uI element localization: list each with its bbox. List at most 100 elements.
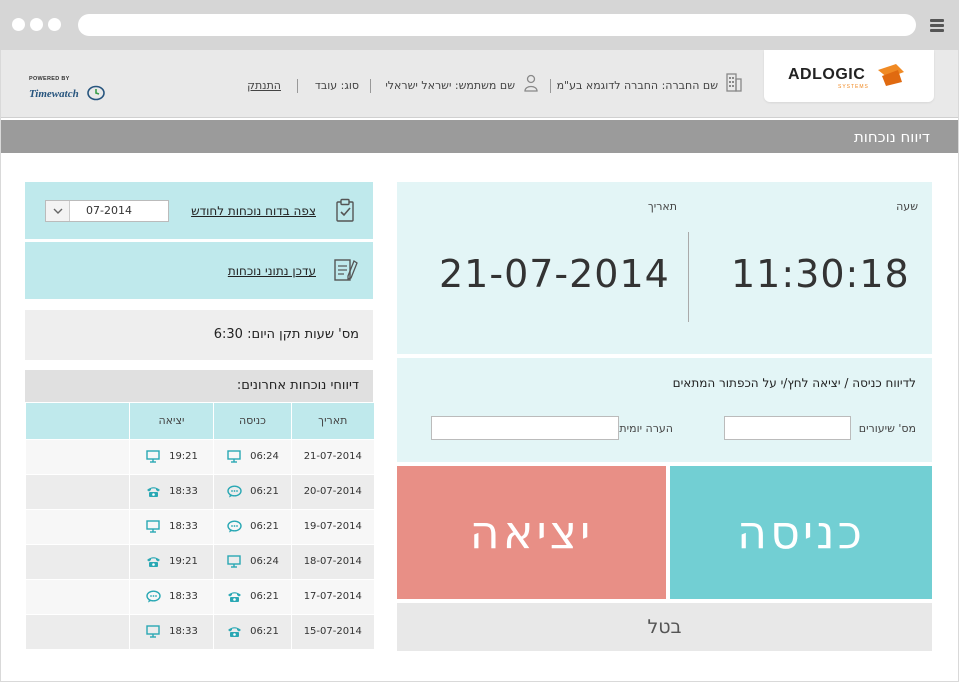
exit-time: 18:33	[169, 521, 198, 532]
time-label: שעה	[896, 200, 918, 213]
date-cell: 21-07-2014	[291, 438, 374, 474]
date-cell: 18-07-2014	[291, 543, 374, 579]
cancel-button[interactable]: בטל	[397, 603, 932, 651]
table-row[interactable]: 18:33 06:21 19-07-2014	[25, 508, 374, 544]
row-date: 15-07-2014	[303, 626, 362, 638]
date-cell: 15-07-2014	[291, 613, 374, 649]
entry-cell: 06:24	[213, 438, 292, 474]
timewatch-clock-icon	[86, 85, 105, 101]
update-attendance-link[interactable]: עדכן נתוני נוכחות	[228, 264, 316, 278]
clock-panel: שעה 11:30:18 תאריך 21-07-2014	[397, 182, 932, 354]
month-select[interactable]: 07-2014	[45, 200, 169, 222]
brand-logo-icon	[878, 64, 904, 86]
lessons-field[interactable]	[724, 416, 851, 440]
row-blank-cell	[25, 543, 130, 579]
chevron-down-icon[interactable]	[46, 201, 70, 221]
user-name: שם משתמש: ישראל ישראלי	[385, 79, 515, 92]
recent-reports-table: יציאה כניסה תאריך 19:21 06:24 21-07-2014 18…	[25, 403, 374, 649]
exit-cell: 18:33	[129, 613, 214, 649]
date-value: 21-07-2014	[439, 252, 670, 296]
user-icon	[524, 74, 538, 92]
chat-icon	[226, 520, 242, 534]
recent-reports-header: דיווחי נוכחות אחרונים:	[25, 370, 373, 402]
timewatch-logo[interactable]: POWERED BY Timewatch	[29, 76, 106, 101]
exit-time: 18:33	[169, 626, 198, 638]
window-minimize-dot[interactable]	[30, 18, 43, 31]
window-close-dot[interactable]	[12, 18, 25, 31]
exit-cell: 18:33	[129, 578, 214, 614]
page-title-bar: דיווח נוכחות	[1, 120, 958, 153]
exit-time: 19:21	[169, 556, 198, 567]
phone-icon	[145, 485, 161, 499]
time-value: 11:30:18	[731, 252, 910, 296]
table-header-row: יציאה כניסה תאריך	[25, 403, 374, 439]
lessons-label: מס' שיעורים	[858, 422, 916, 435]
row-date: 20-07-2014	[303, 486, 362, 497]
monitor-icon	[226, 450, 242, 464]
header-divider	[370, 79, 371, 93]
row-date: 17-07-2014	[303, 591, 362, 602]
monitor-icon	[226, 555, 242, 569]
clock-divider	[688, 232, 689, 322]
entry-time: 06:21	[250, 486, 279, 497]
chat-icon	[226, 485, 242, 499]
month-select-value: 07-2014	[86, 204, 132, 217]
daily-note-field[interactable]	[431, 416, 619, 440]
entry-cell: 06:21	[213, 508, 292, 544]
recent-reports-title: דיווחי נוכחות אחרונים:	[236, 378, 359, 393]
logout-link[interactable]: התנתק	[247, 79, 281, 92]
exit-cell: 19:21	[129, 543, 214, 579]
timewatch-name: Timewatch	[29, 88, 79, 100]
exit-time: 18:33	[169, 591, 198, 602]
date-cell: 19-07-2014	[291, 508, 374, 544]
phone-icon	[145, 555, 161, 569]
entry-time: 06:21	[250, 626, 279, 638]
brand-logo[interactable]: ADLOGIC SYSTEMS	[764, 50, 934, 102]
table-row[interactable]: 19:21 06:24 18-07-2014	[25, 543, 374, 579]
table-row[interactable]: 19:21 06:24 21-07-2014	[25, 438, 374, 474]
row-blank-cell	[25, 578, 130, 614]
entry-time: 06:24	[250, 556, 279, 567]
enter-button[interactable]: כניסה	[670, 466, 932, 599]
date-cell: 17-07-2014	[291, 578, 374, 614]
row-blank-cell	[25, 508, 130, 544]
address-bar[interactable]	[78, 14, 916, 36]
row-blank-cell	[25, 613, 130, 649]
row-date: 18-07-2014	[303, 556, 362, 567]
daily-note-label: הערה יומית	[619, 422, 673, 435]
exit-cell: 18:33	[129, 508, 214, 544]
clipboard-check-icon	[336, 198, 354, 222]
header-divider	[550, 79, 551, 93]
row-blank-cell	[25, 438, 130, 474]
exit-cell: 19:21	[129, 438, 214, 474]
exit-button[interactable]: יציאה	[397, 466, 666, 599]
entry-time: 06:21	[250, 521, 279, 532]
app-header: ADLOGIC SYSTEMS שם החברה: החברה לדוגמא ב…	[1, 50, 958, 118]
column-header-in: כניסה	[213, 403, 292, 439]
row-date: 21-07-2014	[303, 451, 362, 462]
view-monthly-report-link[interactable]: צפה בדוח נוכחות לחודש	[191, 204, 316, 218]
exit-time: 19:21	[169, 451, 198, 462]
date-cell: 20-07-2014	[291, 473, 374, 509]
app-window: ADLOGIC SYSTEMS שם החברה: החברה לדוגמא ב…	[1, 50, 958, 681]
blank-header	[25, 403, 130, 439]
update-data-row: עדכן נתוני נוכחות	[25, 242, 373, 299]
monthly-report-row: צפה בדוח נוכחות לחודש 07-2014	[25, 182, 373, 239]
page-title: דיווח נוכחות	[853, 128, 930, 146]
table-row[interactable]: 18:33 06:21 17-07-2014	[25, 578, 374, 614]
window-maximize-dot[interactable]	[48, 18, 61, 31]
table-row[interactable]: 18:33 06:21 15-07-2014	[25, 613, 374, 649]
company-name: שם החברה: החברה לדוגמא בע"מ	[556, 79, 718, 92]
exit-time: 18:33	[169, 486, 198, 497]
entry-time: 06:21	[250, 591, 279, 602]
monitor-icon	[145, 625, 161, 639]
row-blank-cell	[25, 473, 130, 509]
menu-icon[interactable]	[930, 19, 944, 34]
chat-icon	[145, 590, 161, 604]
report-instructions: לדיווח כניסה / יציאה לחץ/י על הכפתור המת…	[672, 376, 916, 390]
row-date: 19-07-2014	[303, 521, 362, 532]
entry-cell: 06:24	[213, 543, 292, 579]
table-row[interactable]: 18:33 06:21 20-07-2014	[25, 473, 374, 509]
entry-time: 06:24	[250, 451, 279, 462]
column-header-out: יציאה	[129, 403, 214, 439]
